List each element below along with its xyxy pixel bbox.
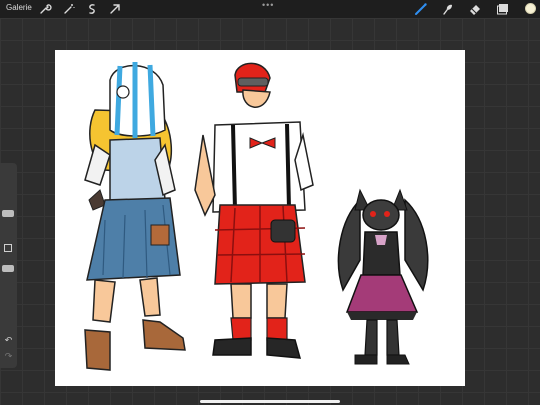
color-picker-swatch[interactable] <box>525 3 536 14</box>
eraser-icon[interactable] <box>468 2 482 16</box>
gallery-button[interactable]: Galerie <box>6 3 32 12</box>
undo-icon[interactable]: ↶ <box>3 335 14 346</box>
transform-arrow-icon[interactable] <box>108 2 122 16</box>
left-sidebar: ↶ ↷ <box>0 163 17 368</box>
home-indicator[interactable] <box>200 400 340 403</box>
redo-icon[interactable]: ↷ <box>3 351 14 362</box>
opacity-slider[interactable] <box>2 265 14 272</box>
brush-icon[interactable] <box>414 2 428 16</box>
smudge-icon[interactable] <box>441 2 455 16</box>
selection-icon[interactable] <box>85 2 99 16</box>
wrench-icon[interactable] <box>38 2 52 16</box>
magic-wand-icon[interactable] <box>62 2 76 16</box>
layers-icon[interactable] <box>496 2 510 16</box>
character-bat-figure <box>337 188 429 365</box>
brush-size-slider[interactable] <box>2 210 14 217</box>
character-red-kilt-figure <box>194 62 314 359</box>
drawing-canvas[interactable] <box>55 50 465 386</box>
more-menu-button[interactable]: ••• <box>262 0 274 10</box>
character-artwork <box>84 62 429 371</box>
modify-button[interactable] <box>4 244 12 252</box>
top-toolbar: Galerie ••• <box>0 0 540 18</box>
character-helmet-figure <box>84 62 186 371</box>
